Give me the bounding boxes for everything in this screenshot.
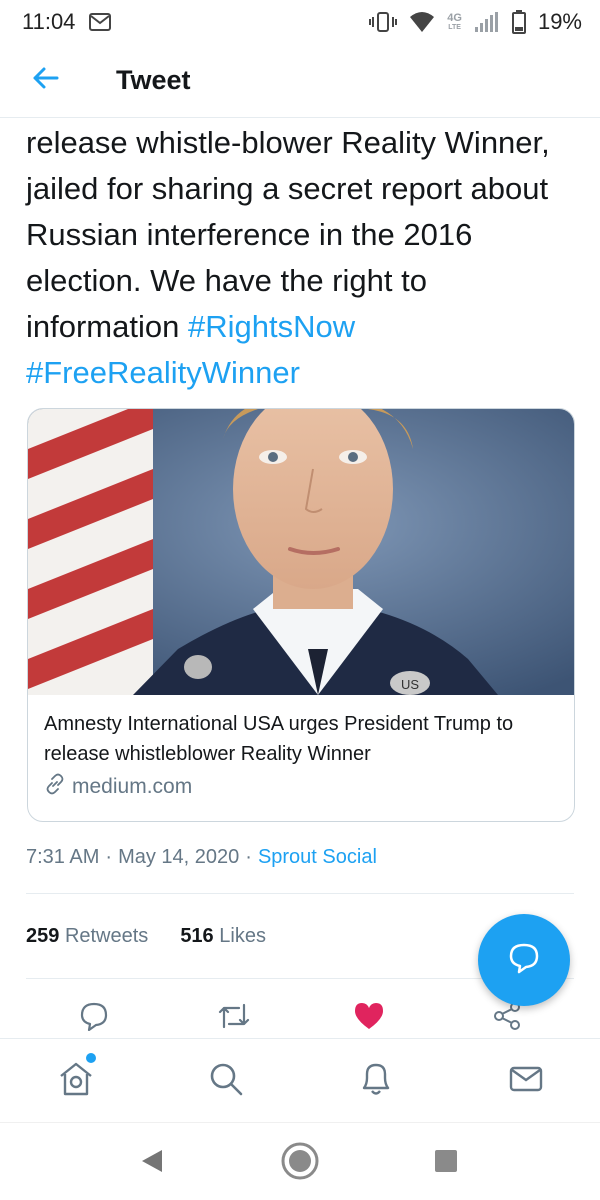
nav-messages[interactable] <box>502 1057 550 1105</box>
system-back-button[interactable] <box>130 1141 174 1185</box>
retweet-button[interactable] <box>214 998 254 1038</box>
notifications-icon <box>357 1060 395 1103</box>
signal-icon <box>474 11 500 33</box>
link-preview-card[interactable]: US Amnesty International USA urges Presi… <box>27 408 575 822</box>
tweet-time: 7:31 AM <box>26 846 100 868</box>
likes-stat[interactable]: 516 Likes <box>180 925 266 948</box>
hashtag-link[interactable]: #FreeRealityWinner <box>26 355 300 390</box>
home-circle-icon <box>280 1141 320 1186</box>
card-image: US <box>28 409 574 695</box>
app-header: Tweet <box>0 44 600 118</box>
card-title: Amnesty International USA urges Presiden… <box>44 713 514 765</box>
tweet-source-link[interactable]: Sprout Social <box>258 846 377 869</box>
reply-icon <box>79 1001 109 1036</box>
compose-reply-fab[interactable] <box>478 914 570 1006</box>
reply-bubble-icon <box>507 941 541 980</box>
system-home-button[interactable] <box>278 1141 322 1185</box>
flag-graphic <box>28 409 153 695</box>
likes-count: 516 <box>180 925 214 947</box>
battery-percent: 19% <box>537 9 582 34</box>
nav-home[interactable] <box>52 1057 100 1105</box>
battery-icon <box>511 10 526 34</box>
like-button[interactable] <box>349 998 389 1038</box>
tweet-text: release whistle-blower Reality Winner, j… <box>26 120 578 396</box>
back-button[interactable] <box>0 44 90 118</box>
retweets-stat[interactable]: 259 Retweets <box>26 925 148 948</box>
system-recents-button[interactable] <box>424 1141 468 1185</box>
gmail-icon <box>89 13 112 31</box>
link-icon <box>44 773 66 801</box>
tweet-stats: 259 Retweets 516 Likes <box>26 925 266 948</box>
back-triangle-icon <box>140 1148 164 1179</box>
retweet-icon <box>217 1001 251 1036</box>
card-domain-text: medium.com <box>72 775 193 798</box>
system-nav-bar <box>0 1122 600 1200</box>
tweet-date: May 14, 2020 <box>118 846 240 868</box>
page-title: Tweet <box>116 65 191 95</box>
wifi-icon <box>409 11 435 33</box>
status-time: 11:04 <box>22 9 76 34</box>
portrait-photo: US <box>28 409 574 695</box>
retweets-count: 259 <box>26 925 60 947</box>
status-bar: 11:04 4G LTE 19% <box>0 0 600 44</box>
vibrate-icon <box>369 11 398 33</box>
network-label: 4G <box>447 11 462 24</box>
recents-square-icon <box>433 1148 459 1179</box>
hashtag-link[interactable]: #RightsNow <box>188 309 355 344</box>
arrow-left-icon <box>31 66 59 95</box>
meta-separator: · <box>105 846 113 868</box>
network-type: 4G LTE <box>447 11 462 32</box>
home-icon <box>57 1060 95 1103</box>
share-icon <box>492 1001 522 1036</box>
like-icon-filled <box>353 1001 385 1036</box>
retweets-label: Retweets <box>64 925 149 947</box>
tweet-meta: 7:31 AM · May 14, 2020 · Sprout Social <box>26 846 377 869</box>
divider <box>26 893 574 894</box>
card-body: Amnesty International USA urges Presiden… <box>28 695 574 801</box>
search-icon <box>207 1060 245 1103</box>
nav-search[interactable] <box>202 1057 250 1105</box>
reply-button[interactable] <box>74 998 114 1038</box>
insignia-text: US <box>401 677 419 692</box>
meta-separator: · <box>245 846 252 868</box>
network-sub-label: LTE <box>448 23 461 31</box>
bottom-nav <box>0 1038 600 1122</box>
card-domain: medium.com <box>44 773 558 801</box>
messages-icon <box>507 1060 545 1103</box>
nav-notifications[interactable] <box>352 1057 400 1105</box>
likes-label: Likes <box>219 925 266 947</box>
